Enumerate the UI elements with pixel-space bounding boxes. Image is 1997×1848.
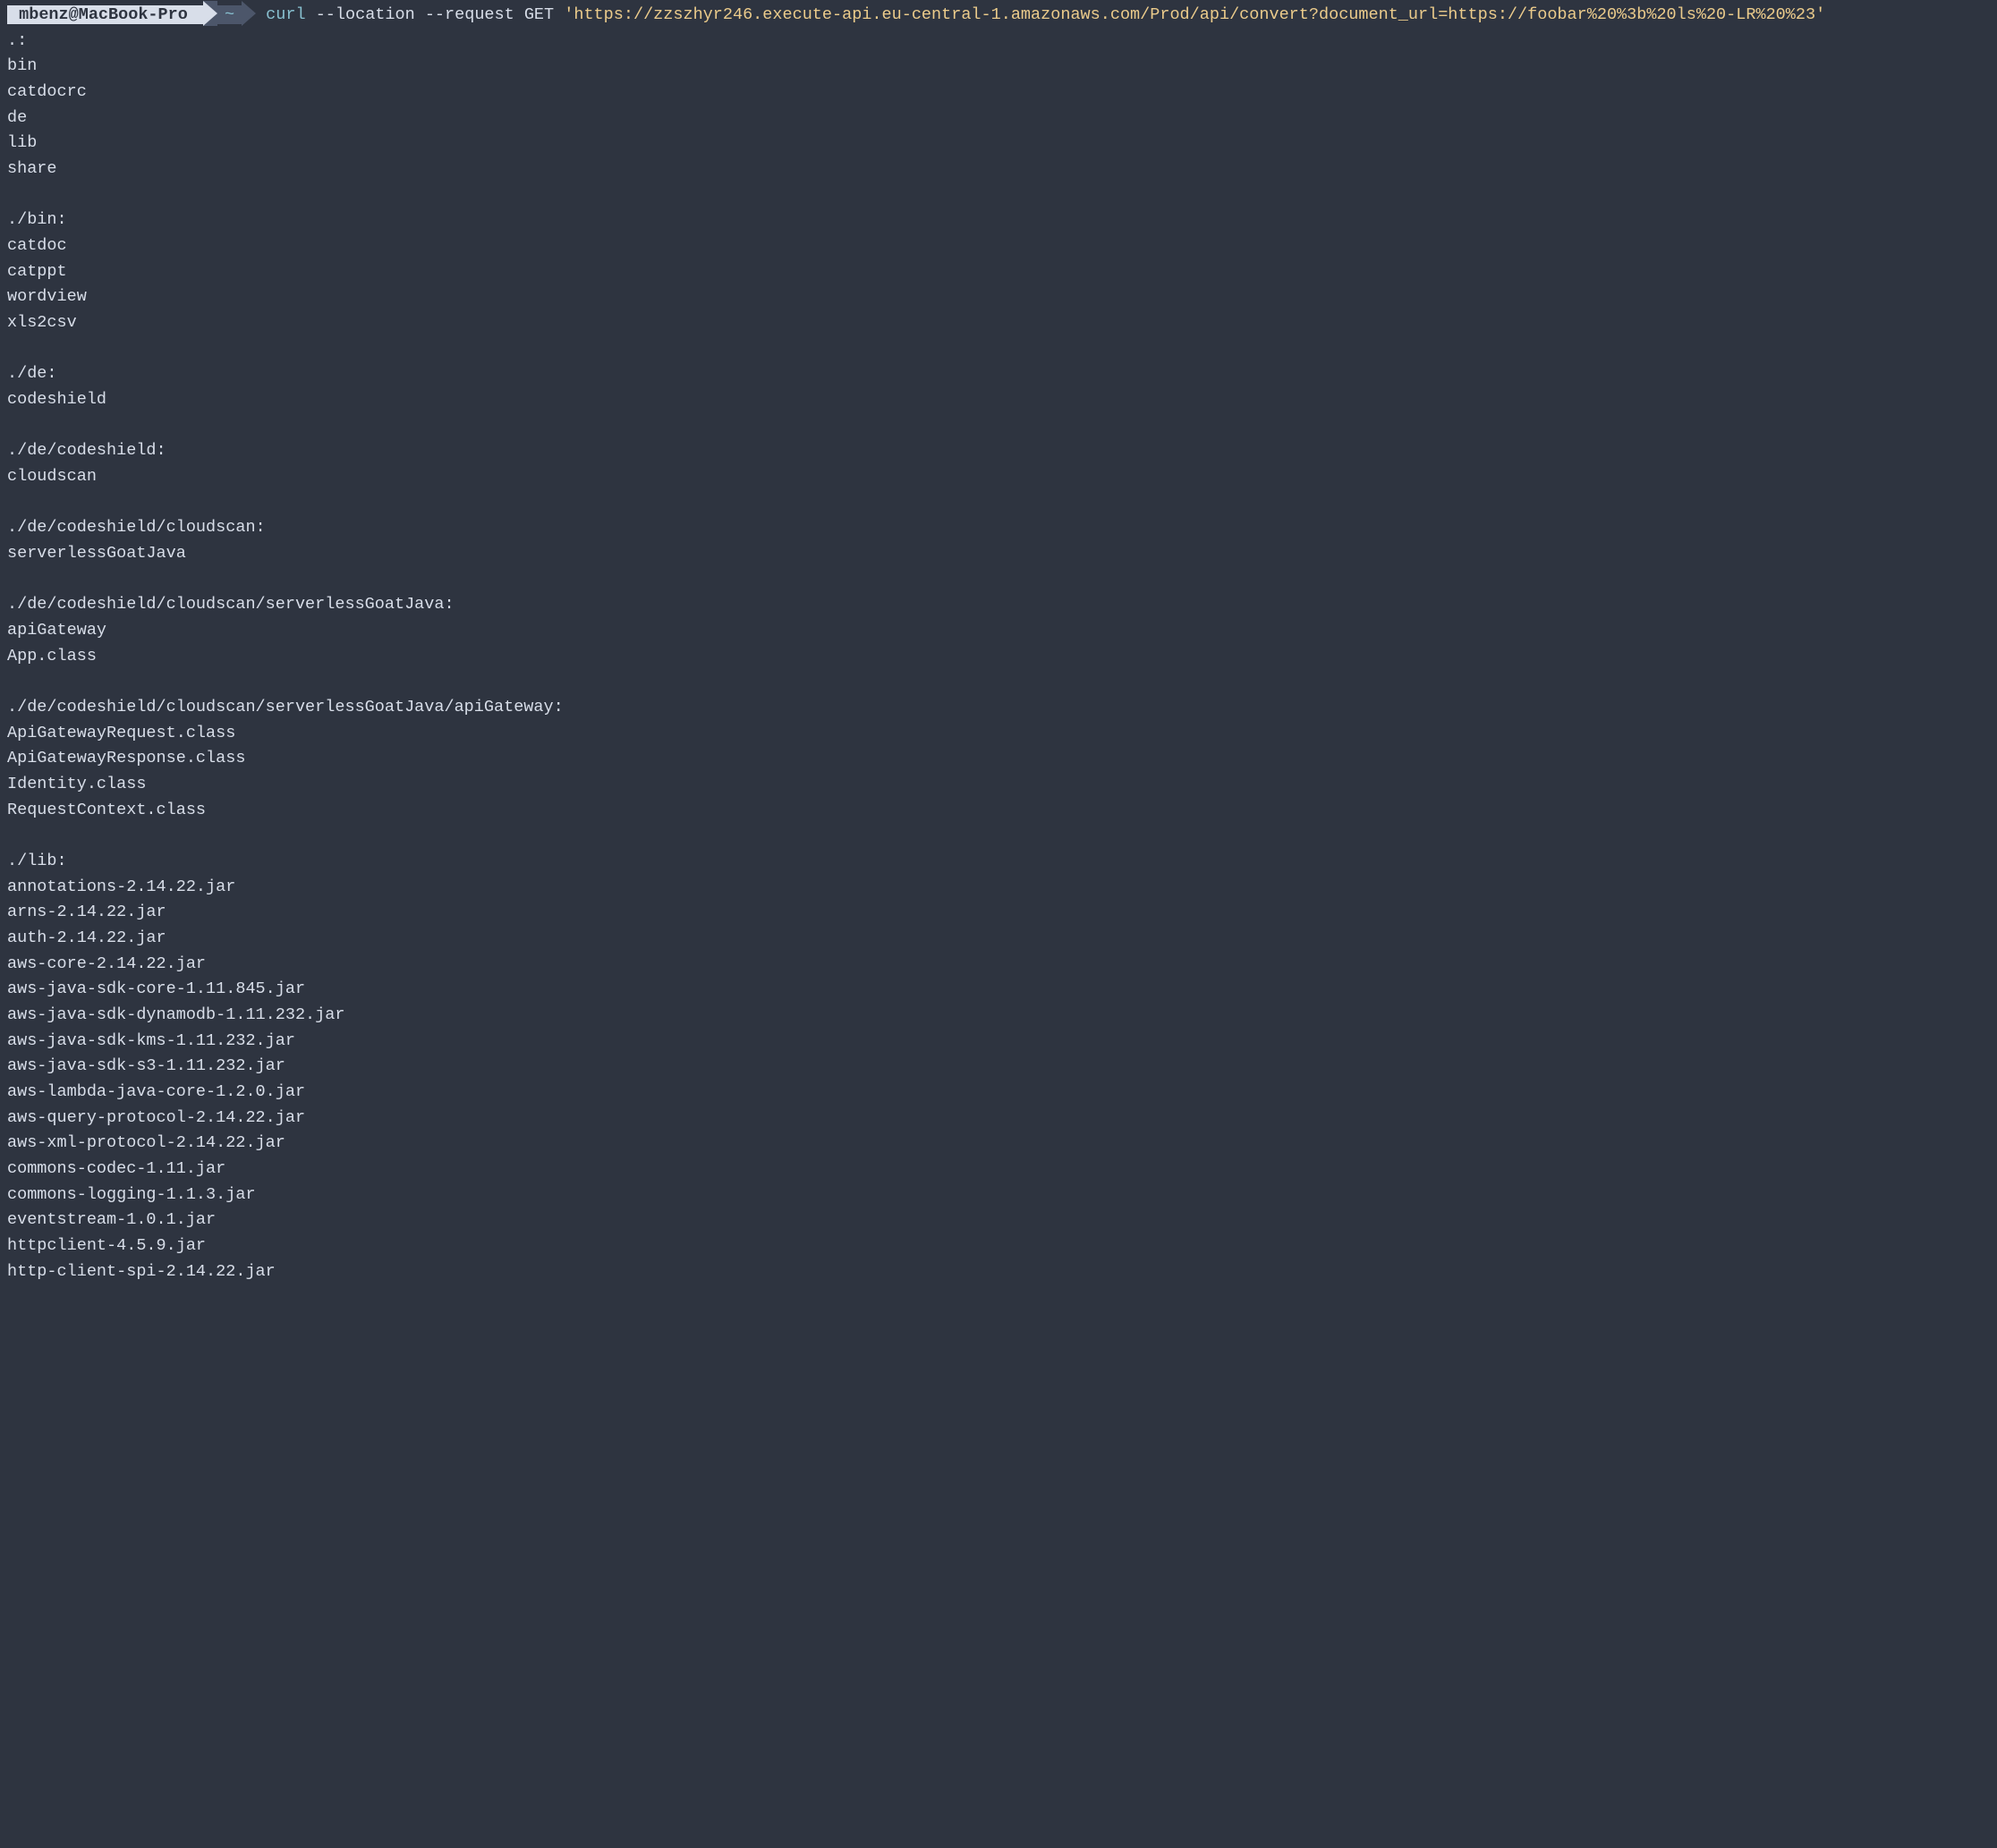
output-line: aws-java-sdk-kms-1.11.232.jar <box>7 1029 1990 1055</box>
output-line: xls2csv <box>7 310 1990 336</box>
output-line: bin <box>7 54 1990 80</box>
output-line <box>7 336 1990 362</box>
output-line: http-client-spi-2.14.22.jar <box>7 1259 1990 1285</box>
command-url-arg: 'https://zzszhyr246.execute-api.eu-centr… <box>564 5 1825 24</box>
output-line <box>7 490 1990 516</box>
output-line: catppt <box>7 259 1990 285</box>
output-line: .: <box>7 29 1990 55</box>
output-line: auth-2.14.22.jar <box>7 926 1990 952</box>
output-line: arns-2.14.22.jar <box>7 900 1990 926</box>
output-line: codeshield <box>7 387 1990 413</box>
output-line: ./de/codeshield/cloudscan/serverlessGoat… <box>7 695 1990 721</box>
terminal-output: .:bincatdocrcdelibshare ./bin:catdoccatp… <box>7 29 1990 1285</box>
prompt-line: mbenz@MacBook-Pro ~ curl --location --re… <box>7 2 1990 29</box>
output-line <box>7 567 1990 593</box>
output-line: de <box>7 106 1990 131</box>
powerline-separator-icon <box>203 1 217 26</box>
output-line: eventstream-1.0.1.jar <box>7 1208 1990 1233</box>
output-line: lib <box>7 131 1990 157</box>
output-line: httpclient-4.5.9.jar <box>7 1233 1990 1259</box>
output-line: aws-core-2.14.22.jar <box>7 952 1990 978</box>
output-line <box>7 182 1990 208</box>
output-line: aws-java-sdk-dynamodb-1.11.232.jar <box>7 1003 1990 1029</box>
output-line: cloudscan <box>7 464 1990 490</box>
output-line <box>7 823 1990 849</box>
output-line: ./de/codeshield/cloudscan/serverlessGoat… <box>7 592 1990 618</box>
output-line: aws-xml-protocol-2.14.22.jar <box>7 1131 1990 1157</box>
output-line: aws-lambda-java-core-1.2.0.jar <box>7 1080 1990 1106</box>
output-line: aws-java-sdk-s3-1.11.232.jar <box>7 1054 1990 1080</box>
output-line: App.class <box>7 644 1990 670</box>
output-line: ApiGatewayResponse.class <box>7 746 1990 772</box>
powerline-separator-icon <box>242 1 256 26</box>
output-line <box>7 413 1990 439</box>
prompt-cwd: ~ <box>217 5 242 24</box>
prompt-user-host: mbenz@MacBook-Pro <box>7 5 203 24</box>
output-line <box>7 669 1990 695</box>
output-line: annotations-2.14.22.jar <box>7 875 1990 901</box>
output-line: catdocrc <box>7 80 1990 106</box>
command-text: curl --location --request GET 'https://z… <box>256 5 1825 24</box>
output-line: apiGateway <box>7 618 1990 644</box>
output-line: share <box>7 157 1990 182</box>
output-line: RequestContext.class <box>7 798 1990 824</box>
output-line: commons-logging-1.1.3.jar <box>7 1183 1990 1208</box>
output-line: commons-codec-1.11.jar <box>7 1157 1990 1183</box>
output-line: ./de/codeshield: <box>7 438 1990 464</box>
command-name: curl <box>266 5 305 24</box>
output-line: ApiGatewayRequest.class <box>7 721 1990 747</box>
output-line: aws-query-protocol-2.14.22.jar <box>7 1106 1990 1132</box>
output-line: aws-java-sdk-core-1.11.845.jar <box>7 977 1990 1003</box>
command-flags: --location --request GET <box>306 5 565 24</box>
output-line: ./bin: <box>7 208 1990 233</box>
output-line: ./de/codeshield/cloudscan: <box>7 515 1990 541</box>
output-line: wordview <box>7 284 1990 310</box>
output-line: ./de: <box>7 361 1990 387</box>
terminal-window[interactable]: mbenz@MacBook-Pro ~ curl --location --re… <box>0 0 1997 1286</box>
output-line: serverlessGoatJava <box>7 541 1990 567</box>
output-line: ./lib: <box>7 849 1990 875</box>
output-line: Identity.class <box>7 772 1990 798</box>
output-line: catdoc <box>7 233 1990 259</box>
